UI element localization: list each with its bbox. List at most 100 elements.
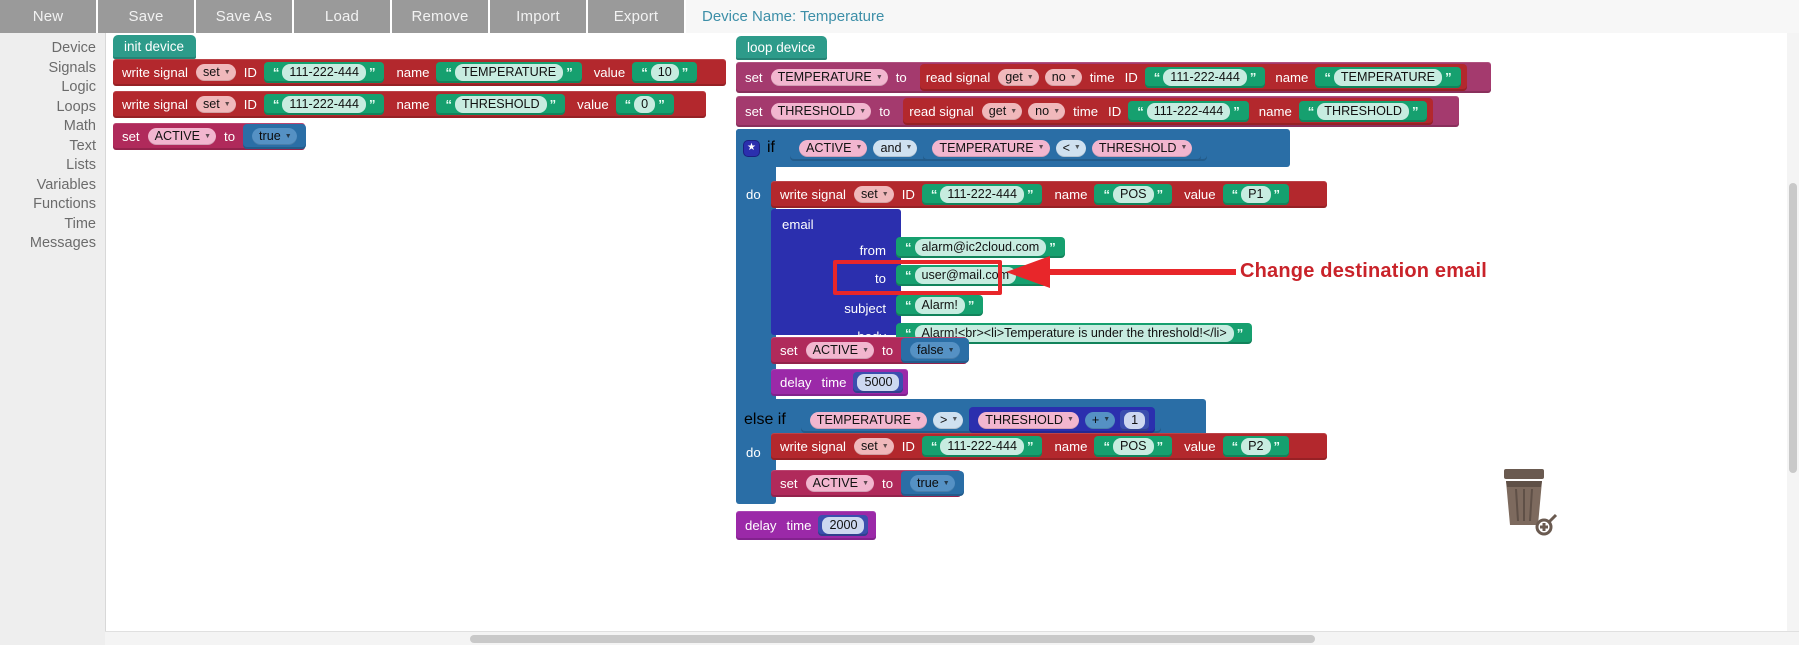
sidebar-item-math[interactable]: Math — [0, 117, 105, 137]
delay-number-block[interactable]: 2000 — [818, 515, 869, 536]
name-value[interactable]: TEMPERATURE — [454, 64, 564, 81]
name-value[interactable]: THRESHOLD — [454, 96, 547, 113]
id-value[interactable]: 111-222-444 — [1163, 69, 1247, 86]
blockly-workspace[interactable]: init device write signal set ▼ ID “ 111-… — [105, 33, 1799, 645]
compare-block[interactable]: TEMPERATURE ▼ < ▼ THRESHOLD ▼ — [923, 135, 1202, 161]
boolean-block[interactable]: false ▼ — [901, 338, 969, 363]
value-value[interactable]: 0 — [634, 96, 656, 113]
delay-number-block[interactable]: 5000 — [853, 372, 904, 393]
else-set-active-true-row[interactable]: set ACTIVE ▼ to true ▼ — [771, 470, 964, 497]
vertical-scrollbar[interactable] — [1787, 33, 1799, 631]
loop-device-hat[interactable]: loop device — [736, 36, 828, 60]
compare-right-dropdown[interactable]: THRESHOLD ▼ — [1091, 139, 1193, 157]
else-math-operator-dropdown[interactable]: + ▼ — [1084, 411, 1116, 429]
remove-button[interactable]: Remove — [392, 0, 490, 33]
horizontal-scrollbar[interactable] — [105, 631, 1799, 645]
id-text-block[interactable]: “ 111-222-444 ” — [263, 94, 385, 115]
compare-left-dropdown[interactable]: TEMPERATURE ▼ — [932, 139, 1050, 157]
value-value[interactable]: P1 — [1241, 186, 1271, 203]
write-mode-dropdown[interactable]: set ▼ — [853, 186, 894, 203]
if-do-write-signal-row[interactable]: write signal set ▼ ID “ 111-222-444 ” na… — [771, 181, 1327, 208]
id-text-block[interactable]: “ 111-222-444 ” — [1128, 101, 1249, 122]
value-text-block[interactable]: “ 0 ” — [615, 94, 674, 115]
boolean-dropdown[interactable]: true ▼ — [252, 128, 297, 145]
mutator-gear-icon[interactable]: ★ — [744, 140, 759, 156]
id-value[interactable]: 111-222-444 — [282, 64, 366, 81]
if-condition-header[interactable]: ★ if ACTIVE ▼ and ▼ TEMPERATURE ▼ < ▼ TH… — [736, 129, 1290, 167]
read-signal-block[interactable]: read signal get ▼ no ▼ time ID “ 111-222… — [919, 64, 1467, 91]
name-text-block[interactable]: “ POS ” — [1094, 436, 1173, 457]
variable-dropdown[interactable]: ACTIVE ▼ — [147, 128, 217, 145]
else-compare-operator-dropdown[interactable]: > ▼ — [932, 411, 964, 429]
value-text-block[interactable]: “ 10 ” — [632, 62, 698, 83]
boolean-block[interactable]: true ▼ — [901, 471, 964, 496]
read-time-dropdown[interactable]: no ▼ — [1028, 103, 1066, 120]
email-subject-value-block[interactable]: “ Alarm! ” — [896, 295, 984, 316]
sidebar-item-variables[interactable]: Variables — [0, 176, 105, 196]
new-button[interactable]: New — [0, 0, 98, 33]
and-condition-block[interactable]: ACTIVE ▼ and ▼ TEMPERATURE ▼ < ▼ THRESHO… — [790, 135, 1208, 161]
sidebar-item-lists[interactable]: Lists — [0, 156, 105, 176]
save-button[interactable]: Save — [98, 0, 196, 33]
read-mode-dropdown[interactable]: get ▼ — [981, 103, 1023, 120]
write-mode-dropdown[interactable]: set ▼ — [853, 438, 894, 455]
sidebar-item-device[interactable]: Device — [0, 39, 105, 59]
name-value[interactable]: POS — [1112, 186, 1154, 203]
loop-set-temperature-row[interactable]: set TEMPERATURE ▼ to read signal get ▼ n… — [736, 62, 1491, 93]
horizontal-scrollbar-thumb[interactable] — [470, 635, 1315, 643]
export-button[interactable]: Export — [588, 0, 686, 33]
id-text-block[interactable]: “ 111-222-444 ” — [263, 62, 385, 83]
save-as-button[interactable]: Save As — [196, 0, 294, 33]
else-do-write-signal-row[interactable]: write signal set ▼ ID “ 111-222-444 ” na… — [771, 433, 1327, 460]
variable-dropdown[interactable]: ACTIVE ▼ — [805, 342, 875, 359]
delay-value[interactable]: 5000 — [857, 374, 900, 391]
write-mode-dropdown[interactable]: set ▼ — [195, 64, 236, 81]
name-text-block[interactable]: “ THRESHOLD ” — [1298, 101, 1428, 122]
init-set-active-row[interactable]: set ACTIVE ▼ to true ▼ — [113, 123, 306, 150]
variable-dropdown[interactable]: TEMPERATURE ▼ — [770, 69, 888, 86]
value-value[interactable]: P2 — [1241, 438, 1271, 455]
load-button[interactable]: Load — [294, 0, 392, 33]
sidebar-item-loops[interactable]: Loops — [0, 98, 105, 118]
loop-final-delay-row[interactable]: delay time 2000 — [736, 511, 876, 540]
read-mode-dropdown[interactable]: get ▼ — [998, 69, 1039, 86]
name-text-block[interactable]: “ THRESHOLD ” — [436, 94, 566, 115]
boolean-dropdown[interactable]: false ▼ — [910, 342, 960, 359]
id-text-block[interactable]: “ 111-222-444 ” — [921, 436, 1043, 457]
variable-dropdown[interactable]: THRESHOLD ▼ — [770, 103, 872, 120]
else-compare-left-dropdown[interactable]: TEMPERATURE ▼ — [809, 411, 927, 429]
value-value[interactable]: 10 — [650, 64, 679, 81]
compare-operator-dropdown[interactable]: < ▼ — [1055, 139, 1086, 157]
init-write-signal-row-2[interactable]: write signal set ▼ ID “ 111-222-444 ” na… — [113, 91, 706, 118]
name-value[interactable]: TEMPERATURE — [1333, 69, 1443, 86]
loop-set-threshold-row[interactable]: set THRESHOLD ▼ to read signal get ▼ no … — [736, 96, 1459, 127]
write-mode-dropdown[interactable]: set ▼ — [195, 96, 236, 113]
if-delay-row[interactable]: delay time 5000 — [771, 369, 908, 396]
value-text-block[interactable]: “ P2 ” — [1222, 436, 1290, 457]
init-device-hat[interactable]: init device — [113, 35, 197, 59]
read-time-dropdown[interactable]: no ▼ — [1044, 69, 1082, 86]
id-value[interactable]: 111-222-444 — [940, 186, 1024, 203]
id-value[interactable]: 111-222-444 — [1146, 103, 1231, 120]
logic-operator-dropdown[interactable]: and ▼ — [873, 139, 918, 157]
delay-value[interactable]: 2000 — [822, 517, 865, 534]
sidebar-item-time[interactable]: Time — [0, 215, 105, 235]
sidebar-item-functions[interactable]: Functions — [0, 195, 105, 215]
variable-dropdown[interactable]: ACTIVE ▼ — [805, 475, 875, 492]
name-value[interactable]: THRESHOLD — [1317, 103, 1409, 120]
email-subject-value[interactable]: Alarm! — [914, 297, 965, 314]
id-text-block[interactable]: “ 111-222-444 ” — [921, 184, 1043, 205]
id-text-block[interactable]: “ 111-222-444 ” — [1144, 67, 1266, 88]
sidebar-item-messages[interactable]: Messages — [0, 234, 105, 254]
sidebar-item-signals[interactable]: Signals — [0, 59, 105, 79]
if-set-active-false-row[interactable]: set ACTIVE ▼ to false ▼ — [771, 337, 969, 364]
name-value[interactable]: POS — [1112, 438, 1154, 455]
sidebar-item-logic[interactable]: Logic — [0, 78, 105, 98]
import-button[interactable]: Import — [490, 0, 588, 33]
else-math-value[interactable]: 1 — [1124, 411, 1146, 429]
name-text-block[interactable]: “ TEMPERATURE ” — [436, 62, 582, 83]
name-text-block[interactable]: “ TEMPERATURE ” — [1315, 67, 1461, 88]
subject-text-block[interactable]: “ Alarm! ” — [896, 295, 984, 316]
name-text-block[interactable]: “ POS ” — [1094, 184, 1173, 205]
else-compare-block[interactable]: TEMPERATURE ▼ > ▼ THRESHOLD ▼ + ▼ 1 — [800, 407, 1162, 433]
